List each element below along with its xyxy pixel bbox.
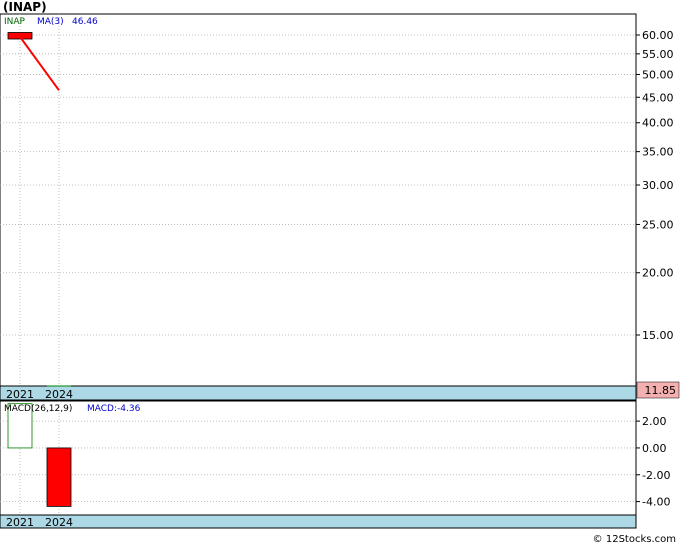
macd-legend-value: MACD:-4.36 (87, 404, 141, 414)
price-x-label: 2024 (45, 388, 73, 401)
macd-tick-label: -4.00 (642, 496, 670, 509)
price-tick-label: 40.00 (642, 117, 674, 130)
price-date-band (0, 385, 637, 401)
legend-ma-value: 46.46 (72, 17, 98, 27)
macd-x-label: 2021 (6, 516, 34, 529)
last-price-label: 11.85 (645, 384, 677, 397)
price-x-label: 2021 (6, 388, 34, 401)
price-tick-label: 55.00 (642, 48, 674, 61)
macd-panel-frame (0, 400, 637, 529)
legend-ma-name: MA(3) (37, 17, 64, 27)
macd-bar (46, 447, 72, 507)
price-tick-label: 45.00 (642, 91, 674, 104)
legend-symbol: INAP (4, 17, 26, 27)
price-tick-label: 25.00 (642, 218, 674, 231)
price-tick-label: 60.00 (642, 29, 674, 42)
price-tick-label: 15.00 (642, 329, 674, 342)
price-tick-label: 20.00 (642, 267, 674, 280)
macd-legend-name: MACD(26,12,9) (4, 404, 72, 414)
macd-y-axis: 2.00 0.00 -2.00 -4.00 (636, 415, 670, 509)
price-y-axis: 60.00 55.00 50.00 45.00 40.00 35.00 30.00 25.00… (636, 29, 674, 342)
macd-tick-label: -2.00 (642, 469, 670, 482)
footer-credit: © 12Stocks.com (593, 534, 676, 545)
price-tick-label: 30.00 (642, 179, 674, 192)
macd-tick-label: 0.00 (642, 442, 667, 455)
macd-tick-label: 2.00 (642, 415, 667, 428)
price-tick-label: 35.00 (642, 146, 674, 159)
macd-x-label: 2024 (45, 516, 73, 529)
macd-date-band (0, 514, 637, 529)
stock-chart: 60.00 55.00 50.00 45.00 40.00 35.00 30.00 25.00… (0, 13, 680, 545)
price-panel-frame (0, 13, 637, 402)
price-tick-label: 50.00 (642, 68, 674, 81)
